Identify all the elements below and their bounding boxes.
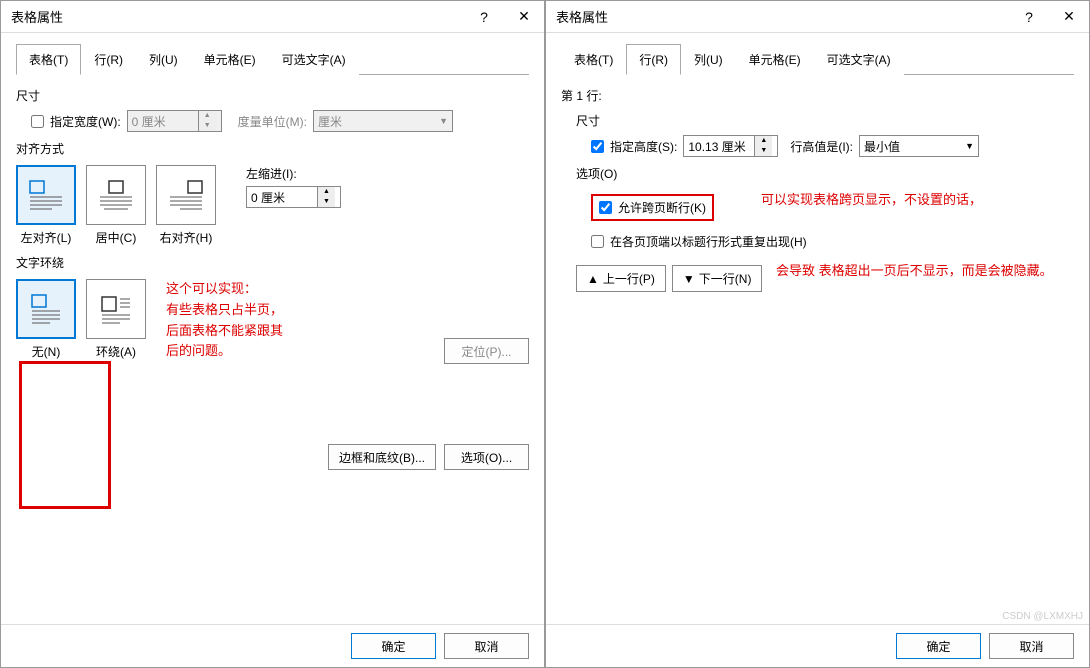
options-label: 选项(O) [576,165,1074,182]
align-left-label: 左对齐(L) [21,229,72,246]
button-row: 确定 取消 [546,624,1089,667]
tab-table[interactable]: 表格(T) [561,44,626,75]
tab-cell[interactable]: 单元格(E) [736,44,814,75]
unit-label: 度量单位(M): [238,113,307,130]
content: 表格(T) 行(R) 列(U) 单元格(E) 可选文字(A) 第 1 行: 尺寸… [546,33,1089,624]
specify-width-checkbox[interactable] [31,115,44,128]
chevron-down-icon: ▼ [439,116,448,126]
dialog-title: 表格属性 [11,7,464,26]
ok-button[interactable]: 确定 [896,633,981,659]
tab-row[interactable]: 行(R) [81,44,136,75]
titlebar: 表格属性 ? ✕ [546,1,1089,33]
allow-break-label: 允许跨页断行(K) [618,199,706,216]
height-input[interactable] [684,137,754,155]
tab-column[interactable]: 列(U) [681,44,736,75]
specify-height-checkbox[interactable] [591,140,604,153]
next-row-button[interactable]: ▼下一行(N) [672,265,763,292]
height-rule-label: 行高值是(I): [790,138,853,155]
spin-up-icon[interactable]: ▲ [755,136,772,146]
tab-alttext[interactable]: 可选文字(A) [269,44,359,75]
indent-block: 左缩进(I): ▲▼ [246,165,341,208]
height-row: 指定高度(S): ▲▼ 行高值是(I): 最小值▼ [591,135,1074,157]
tab-table[interactable]: 表格(T) [16,44,81,75]
allow-break-checkbox[interactable] [599,201,612,214]
width-input [128,112,198,130]
height-spinbox[interactable]: ▲▼ [683,135,778,157]
prev-row-button[interactable]: ▲上一行(P) [576,265,666,292]
borders-button[interactable]: 边框和底纹(B)... [328,444,436,470]
nav-row: ▲上一行(P) ▼下一行(N) 会导致 表格超出一页后不显示，而是会被隐藏。 [576,265,1074,292]
tabs: 表格(T) 行(R) 列(U) 单元格(E) 可选文字(A) [561,43,1074,75]
watermark: CSDN @LXMXHJ [1002,611,1083,622]
spin-down-icon[interactable]: ▼ [318,197,335,207]
annotation-right-1: 可以实现表格跨页显示，不设置的话， [761,190,982,211]
size-label: 尺寸 [16,87,529,104]
tab-column[interactable]: 列(U) [136,44,191,75]
options-button[interactable]: 选项(O)... [444,444,529,470]
align-center-label: 居中(C) [96,229,137,246]
row-header: 第 1 行: [561,87,1074,104]
triangle-down-icon: ▼ [683,272,695,286]
height-rule-dropdown[interactable]: 最小值▼ [859,135,979,157]
content: 表格(T) 行(R) 列(U) 单元格(E) 可选文字(A) 尺寸 指定宽度(W… [1,33,544,624]
repeat-header-label: 在各页顶端以标题行形式重复出现(H) [610,233,807,250]
spin-up-icon[interactable]: ▲ [318,187,335,197]
tabs: 表格(T) 行(R) 列(U) 单元格(E) 可选文字(A) [16,43,529,75]
width-row: 指定宽度(W): ▲▼ 度量单位(M): 厘米▼ [31,110,529,132]
wrap-around-item: 环绕(A) [86,279,146,360]
close-button[interactable]: ✕ [1049,1,1089,33]
allow-break-row: 允许跨页断行(K) [591,194,714,221]
spin-up-icon[interactable]: ▲ [199,111,216,121]
align-label: 对齐方式 [16,140,529,157]
annotation-left: 这个可以实现： 有些表格只占半页， 后面表格不能紧跟其 后的问题。 [166,279,283,362]
size-label: 尺寸 [576,112,1074,129]
align-left-item: 左对齐(L) [16,165,76,246]
indent-label: 左缩进(I): [246,165,341,182]
indent-spinbox[interactable]: ▲▼ [246,186,341,208]
specify-width-label: 指定宽度(W): [50,113,121,130]
red-highlight-box [19,361,111,509]
wrap-around-label: 环绕(A) [96,343,136,360]
dialog-title: 表格属性 [556,7,1009,26]
help-button[interactable]: ? [1009,1,1049,33]
tab-alttext[interactable]: 可选文字(A) [814,44,904,75]
tab-row[interactable]: 行(R) [626,44,681,75]
chevron-down-icon: ▼ [965,141,974,151]
wrap-label: 文字环绕 [16,254,529,271]
align-left-icon[interactable] [16,165,76,225]
repeat-header-checkbox[interactable] [591,235,604,248]
spin-down-icon[interactable]: ▼ [755,146,772,156]
align-center-icon[interactable] [86,165,146,225]
wrap-around-icon[interactable] [86,279,146,339]
spin-down-icon[interactable]: ▼ [199,121,216,131]
annotation-right-2: 会导致 表格超出一页后不显示，而是会被隐藏。 [776,261,1076,282]
button-row: 确定 取消 [1,624,544,667]
triangle-up-icon: ▲ [587,272,599,286]
indent-input[interactable] [247,188,317,206]
align-right-icon[interactable] [156,165,216,225]
dialog-table-properties-right: 表格属性 ? ✕ 表格(T) 行(R) 列(U) 单元格(E) 可选文字(A) … [545,0,1090,668]
align-options: 左对齐(L) 居中(C) 右对齐(H) 左缩进(I): ▲▼ [16,165,529,246]
close-button[interactable]: ✕ [504,1,544,33]
align-center-item: 居中(C) [86,165,146,246]
cancel-button[interactable]: 取消 [444,633,529,659]
ok-button[interactable]: 确定 [351,633,436,659]
unit-dropdown[interactable]: 厘米▼ [313,110,453,132]
repeat-header-row: 在各页顶端以标题行形式重复出现(H) [591,233,1074,250]
wrap-none-item: 无(N) [16,279,76,360]
help-button[interactable]: ? [464,1,504,33]
wrap-none-label: 无(N) [32,343,61,360]
align-right-item: 右对齐(H) [156,165,216,246]
specify-height-label: 指定高度(S): [610,138,677,155]
dialog-table-properties-left: 表格属性 ? ✕ 表格(T) 行(R) 列(U) 单元格(E) 可选文字(A) … [0,0,545,668]
titlebar: 表格属性 ? ✕ [1,1,544,33]
tab-cell[interactable]: 单元格(E) [191,44,269,75]
cancel-button[interactable]: 取消 [989,633,1074,659]
width-spinbox[interactable]: ▲▼ [127,110,222,132]
position-button: 定位(P)... [444,338,529,364]
align-right-label: 右对齐(H) [160,229,213,246]
wrap-none-icon[interactable] [16,279,76,339]
